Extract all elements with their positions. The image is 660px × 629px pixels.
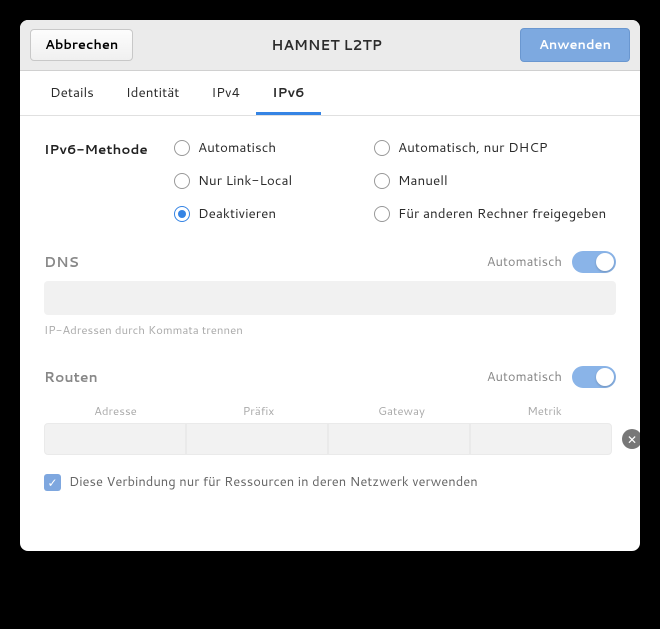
routes-auto-group: Automatisch (487, 366, 616, 388)
routes-label: Routen (44, 367, 98, 387)
radio-icon (174, 206, 190, 222)
col-address: Adresse (44, 402, 187, 419)
route-gateway-input[interactable] (328, 423, 470, 455)
radio-icon (374, 173, 390, 189)
tab-identity[interactable]: Identität (110, 71, 196, 115)
radio-label: Automatisch (198, 138, 276, 157)
dns-section: DNS Automatisch IP-Adressen durch Kommat… (44, 251, 616, 338)
routes-columns: Adresse Präfix Gateway Metrik (44, 396, 616, 423)
tab-ipv6[interactable]: IPv6 (256, 71, 321, 115)
dialog-window: Abbrechen HAMNET L2TP Anwenden Details I… (20, 20, 640, 551)
only-resources-row[interactable]: ✓ Diese Verbindung nur für Ressourcen in… (44, 473, 616, 491)
method-row: IPv6-Methode Automatisch Automatisch, nu… (44, 138, 616, 223)
radio-icon (374, 206, 390, 222)
tab-content: IPv6-Methode Automatisch Automatisch, nu… (20, 116, 640, 551)
check-icon: ✓ (47, 474, 57, 491)
tab-ipv4[interactable]: IPv4 (195, 71, 256, 115)
dns-auto-toggle[interactable] (572, 251, 616, 273)
routes-header: Routen Automatisch (44, 366, 616, 388)
radio-label: Nur Link-Local (198, 171, 292, 190)
radio-linklocal[interactable]: Nur Link-Local (174, 171, 364, 190)
apply-button[interactable]: Anwenden (520, 28, 630, 62)
dns-auto-group: Automatisch (487, 251, 616, 273)
dns-label: DNS (44, 252, 79, 272)
radio-auto[interactable]: Automatisch (174, 138, 364, 157)
dns-input[interactable] (44, 281, 616, 315)
radio-icon (174, 173, 190, 189)
remove-route-button[interactable]: ✕ (622, 429, 640, 449)
radio-icon (174, 140, 190, 156)
method-label: IPv6-Methode (44, 138, 174, 223)
routes-auto-label: Automatisch (487, 368, 562, 386)
window-title: HAMNET L2TP (271, 35, 382, 55)
tab-details[interactable]: Details (34, 71, 110, 115)
col-prefix: Präfix (187, 402, 330, 419)
col-gateway: Gateway (330, 402, 473, 419)
route-address-input[interactable] (44, 423, 186, 455)
dns-hint: IP-Adressen durch Kommata trennen (44, 321, 616, 338)
radio-label: Deaktivieren (198, 204, 276, 223)
only-resources-checkbox[interactable]: ✓ (44, 474, 61, 491)
cancel-button[interactable]: Abbrechen (30, 29, 133, 61)
titlebar: Abbrechen HAMNET L2TP Anwenden (20, 20, 640, 71)
radio-label: Manuell (398, 171, 448, 190)
route-row: ✕ (44, 423, 616, 455)
method-options: Automatisch Automatisch, nur DHCP Nur Li… (174, 138, 606, 223)
route-prefix-input[interactable] (186, 423, 328, 455)
only-resources-label: Diese Verbindung nur für Ressourcen in d… (69, 473, 478, 491)
dns-auto-label: Automatisch (487, 253, 562, 271)
col-metric: Metrik (473, 402, 616, 419)
route-metric-input[interactable] (470, 423, 612, 455)
radio-label: Für anderen Rechner freigegeben (398, 204, 606, 223)
radio-auto-dhcp[interactable]: Automatisch, nur DHCP (374, 138, 606, 157)
radio-shared[interactable]: Für anderen Rechner freigegeben (374, 204, 606, 223)
tab-bar: Details Identität IPv4 IPv6 (20, 71, 640, 116)
routes-auto-toggle[interactable] (572, 366, 616, 388)
close-icon: ✕ (627, 431, 637, 448)
radio-disable[interactable]: Deaktivieren (174, 204, 364, 223)
dns-header: DNS Automatisch (44, 251, 616, 273)
radio-icon (374, 140, 390, 156)
routes-section: Routen Automatisch Adresse Präfix Gatewa… (44, 366, 616, 491)
radio-manual[interactable]: Manuell (374, 171, 606, 190)
radio-label: Automatisch, nur DHCP (398, 138, 548, 157)
